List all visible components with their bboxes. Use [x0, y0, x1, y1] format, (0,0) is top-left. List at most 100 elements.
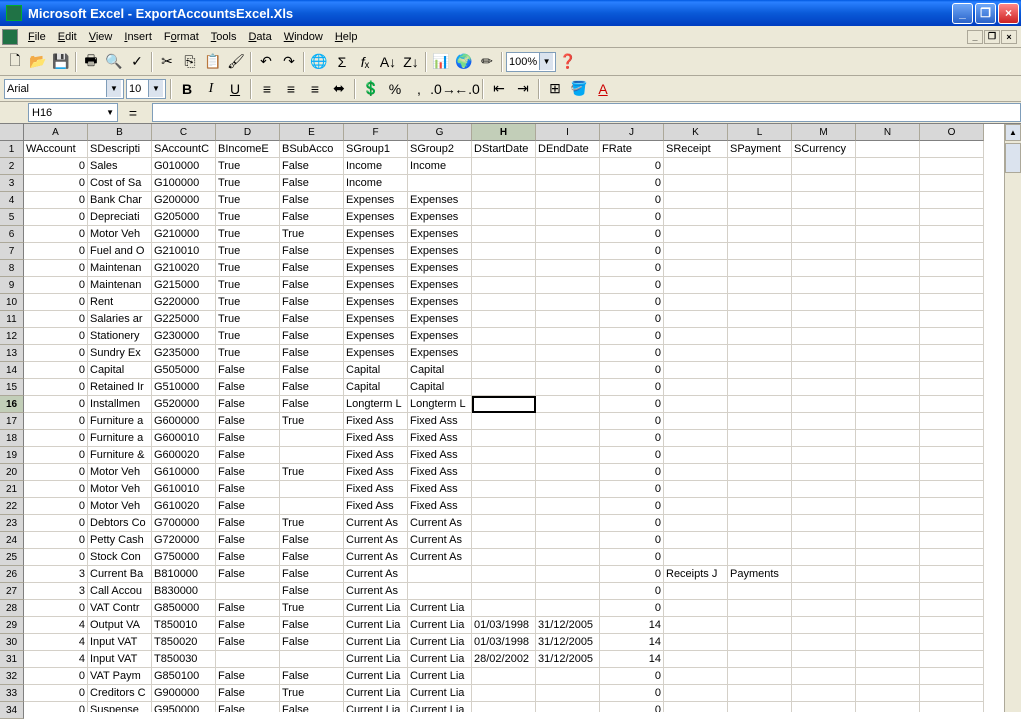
row-header-33[interactable]: 33 [0, 685, 24, 702]
cell[interactable]: Fixed Ass [344, 481, 408, 498]
cell[interactable]: Expenses [344, 328, 408, 345]
cell[interactable] [728, 158, 792, 175]
cell[interactable]: 0 [600, 158, 664, 175]
cell[interactable]: G210020 [152, 260, 216, 277]
cell[interactable] [728, 413, 792, 430]
vertical-scrollbar[interactable]: ▲ [1004, 124, 1021, 712]
cell[interactable] [664, 158, 728, 175]
cell[interactable]: 0 [600, 668, 664, 685]
cell[interactable] [664, 600, 728, 617]
row-header-3[interactable]: 3 [0, 175, 24, 192]
cell[interactable] [664, 226, 728, 243]
cell[interactable]: Retained Ir [88, 379, 152, 396]
cell[interactable] [664, 379, 728, 396]
cell[interactable]: Sundry Ex [88, 345, 152, 362]
cell[interactable] [792, 481, 856, 498]
open-icon[interactable]: 📂 [27, 51, 49, 73]
cell[interactable]: Current As [408, 549, 472, 566]
cell[interactable]: Motor Veh [88, 498, 152, 515]
cell[interactable] [664, 311, 728, 328]
cell[interactable]: G600010 [152, 430, 216, 447]
col-header-C[interactable]: C [152, 124, 216, 141]
merge-icon[interactable]: ⬌ [328, 78, 350, 100]
cell[interactable]: Suspense [88, 702, 152, 712]
cell[interactable] [920, 498, 984, 515]
cell[interactable]: 0 [24, 685, 88, 702]
cell[interactable]: G950000 [152, 702, 216, 712]
redo-icon[interactable]: ↷ [278, 51, 300, 73]
cell[interactable]: Expenses [408, 209, 472, 226]
cell[interactable]: False [216, 702, 280, 712]
cell[interactable] [664, 617, 728, 634]
save-icon[interactable]: 💾 [50, 51, 72, 73]
cell[interactable] [792, 243, 856, 260]
cell[interactable]: SAccountC [152, 141, 216, 158]
cell[interactable] [856, 532, 920, 549]
row-header-20[interactable]: 20 [0, 464, 24, 481]
cell[interactable]: 0 [600, 430, 664, 447]
cell[interactable] [536, 685, 600, 702]
menu-file[interactable]: File [22, 29, 52, 45]
cell[interactable] [920, 685, 984, 702]
cell[interactable]: Stock Con [88, 549, 152, 566]
cell[interactable]: Current Lia [344, 617, 408, 634]
cell[interactable] [856, 583, 920, 600]
maximize-button[interactable]: ❐ [975, 3, 996, 24]
row-header-13[interactable]: 13 [0, 345, 24, 362]
cell[interactable]: 0 [24, 243, 88, 260]
cell[interactable] [856, 702, 920, 712]
menu-data[interactable]: Data [242, 29, 277, 45]
cell[interactable] [792, 192, 856, 209]
cell[interactable] [536, 277, 600, 294]
row-header-16[interactable]: 16 [0, 396, 24, 413]
cell[interactable] [920, 481, 984, 498]
cell[interactable] [920, 345, 984, 362]
format-painter-icon[interactable]: 🖌 [225, 51, 247, 73]
cell[interactable]: Bank Char [88, 192, 152, 209]
cell[interactable] [856, 362, 920, 379]
cell[interactable] [536, 345, 600, 362]
col-header-M[interactable]: M [792, 124, 856, 141]
cell[interactable] [856, 549, 920, 566]
underline-button[interactable]: U [224, 78, 246, 100]
row-header-31[interactable]: 31 [0, 651, 24, 668]
cell[interactable]: 0 [24, 158, 88, 175]
cell[interactable] [728, 634, 792, 651]
cell[interactable] [792, 668, 856, 685]
copy-icon[interactable]: ⎘ [179, 51, 201, 73]
cell[interactable]: Capital [344, 362, 408, 379]
cell[interactable]: 0 [600, 345, 664, 362]
cell[interactable]: True [216, 175, 280, 192]
cell[interactable]: 0 [600, 294, 664, 311]
cell[interactable]: G600000 [152, 413, 216, 430]
cell[interactable]: False [216, 668, 280, 685]
cell[interactable] [856, 311, 920, 328]
cell[interactable] [792, 634, 856, 651]
cell[interactable]: Depreciati [88, 209, 152, 226]
cell[interactable]: False [280, 668, 344, 685]
cell[interactable]: Input VAT [88, 651, 152, 668]
cell[interactable] [472, 515, 536, 532]
cell[interactable] [792, 566, 856, 583]
cell[interactable] [920, 209, 984, 226]
cell[interactable] [728, 175, 792, 192]
cell[interactable] [472, 685, 536, 702]
cell[interactable]: True [216, 294, 280, 311]
cell[interactable] [728, 396, 792, 413]
cell[interactable] [920, 600, 984, 617]
cell[interactable]: DEndDate [536, 141, 600, 158]
cell[interactable]: 0 [24, 311, 88, 328]
cell[interactable]: 0 [24, 430, 88, 447]
cell[interactable] [664, 702, 728, 712]
cell[interactable] [728, 515, 792, 532]
cell[interactable]: G610020 [152, 498, 216, 515]
cell[interactable]: False [280, 617, 344, 634]
cell[interactable]: 0 [24, 345, 88, 362]
cell[interactable] [856, 192, 920, 209]
row-header-24[interactable]: 24 [0, 532, 24, 549]
cell[interactable] [792, 396, 856, 413]
col-header-I[interactable]: I [536, 124, 600, 141]
cell[interactable] [664, 243, 728, 260]
cell[interactable]: 0 [24, 277, 88, 294]
cell[interactable]: G610000 [152, 464, 216, 481]
